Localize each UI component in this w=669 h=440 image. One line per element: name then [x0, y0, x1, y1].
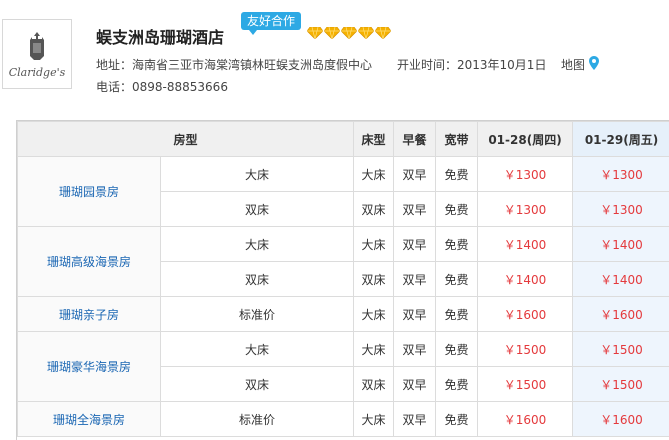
price-date-1-cell[interactable]: ￥1500: [477, 366, 574, 402]
diamond-icon: [341, 27, 357, 39]
price-date-1-cell[interactable]: ￥1400: [477, 226, 574, 262]
price-date-1-cell[interactable]: ￥1400: [477, 261, 574, 297]
hotel-name[interactable]: 蜈支洲岛珊瑚酒店: [96, 24, 224, 48]
breakfast-cell: 双早: [393, 401, 437, 437]
price-date-2-cell[interactable]: ￥1600: [572, 296, 669, 332]
broadband-cell: 免费: [435, 191, 479, 227]
bed-type-cell: 大床: [353, 156, 395, 192]
price-date-2-cell[interactable]: ￥1400: [572, 261, 669, 297]
header-breakfast: 早餐: [393, 121, 437, 157]
room-subtype-cell: 大床: [159, 331, 355, 367]
price-date-2-cell[interactable]: ￥1500: [572, 366, 669, 402]
bed-type-cell: 双床: [353, 366, 395, 402]
room-subtype-cell: 双床: [159, 261, 355, 297]
diamond-icon: [307, 27, 323, 39]
header-bed-type: 床型: [353, 121, 395, 157]
diamond-icon: [375, 27, 391, 39]
breakfast-cell: 双早: [393, 226, 437, 262]
diamond-rating: [307, 27, 391, 39]
room-type-name[interactable]: 珊瑚全海景房: [17, 401, 161, 437]
price-date-2-cell[interactable]: ￥1500: [572, 331, 669, 367]
room-subtype-cell: 标准价: [159, 296, 355, 332]
diamond-icon: [324, 27, 340, 39]
room-type-name[interactable]: 珊瑚高级海景房: [17, 226, 161, 297]
bed-type-cell: 大床: [353, 401, 395, 437]
room-subtype-cell: 大床: [159, 156, 355, 192]
room-type-name[interactable]: 珊瑚亲子房: [17, 296, 161, 332]
price-date-1-cell[interactable]: ￥1600: [477, 401, 574, 437]
broadband-cell: 免费: [435, 366, 479, 402]
map-pin-icon[interactable]: [589, 56, 599, 70]
price-date-2-cell[interactable]: ￥1400: [572, 226, 669, 262]
hotel-header: Claridge's 蜈支洲岛珊瑚酒店 友好合作 地址：海南省三亚市海棠湾镇林旺…: [0, 0, 669, 120]
room-price-table: 房型 床型 早餐 宽带 01-28(周四) 01-29(周五) 珊瑚园景房 大床大…: [16, 120, 669, 440]
broadband-cell: 免费: [435, 156, 479, 192]
price-date-1-cell[interactable]: ￥1300: [477, 191, 574, 227]
breakfast-cell: 双早: [393, 261, 437, 297]
diamond-icon: [358, 27, 374, 39]
bed-type-cell: 大床: [353, 296, 395, 332]
breakfast-cell: 双早: [393, 156, 437, 192]
header-date-1: 01-28(周四): [477, 121, 574, 157]
room-type-name[interactable]: 珊瑚园景房: [17, 156, 161, 227]
partner-badge: 友好合作: [241, 12, 302, 35]
breakfast-cell: 双早: [393, 296, 437, 332]
bed-type-cell: 双床: [353, 261, 395, 297]
price-date-1-cell[interactable]: ￥1300: [477, 156, 574, 192]
table-row: 珊瑚豪华海景房 大床 大床 双早 免费 ￥1500 ￥1500: [17, 331, 669, 402]
room-subtype-cell: 双床: [159, 191, 355, 227]
price-date-1-cell[interactable]: ￥1500: [477, 331, 574, 367]
hotel-address: 地址：海南省三亚市海棠湾镇林旺蜈支洲岛度假中心: [96, 58, 373, 72]
broadband-cell: 免费: [435, 226, 479, 262]
hotel-logo: Claridge's: [2, 19, 72, 89]
broadband-cell: 免费: [435, 296, 479, 332]
price-date-2-cell[interactable]: ￥1600: [572, 401, 669, 437]
bed-type-cell: 大床: [353, 226, 395, 262]
table-row: 珊瑚高级海景房 大床 大床 双早 免费 ￥1400 ￥1400: [17, 226, 669, 297]
broadband-cell: 免费: [435, 261, 479, 297]
header-date-2: 01-29(周五): [572, 121, 669, 157]
bed-type-cell: 大床: [353, 331, 395, 367]
broadband-cell: 免费: [435, 331, 479, 367]
table-row: 珊瑚园景房 大床 大床 双早 免费 ￥1300 ￥1300: [17, 156, 669, 227]
room-subtype-cell: 大床: [159, 226, 355, 262]
logo-wordmark: Claridge's: [8, 65, 66, 79]
broadband-cell: 免费: [435, 401, 479, 437]
hotel-phone: 电话：0898-88853666: [96, 80, 228, 94]
price-date-2-cell[interactable]: ￥1300: [572, 156, 669, 192]
table-row: 珊瑚亲子房 标准价 大床 双早 免费 ￥1600 ￥1600: [17, 296, 669, 332]
room-subtype-cell: 双床: [159, 366, 355, 402]
price-date-2-cell[interactable]: ￥1300: [572, 191, 669, 227]
price-date-1-cell[interactable]: ￥1600: [477, 296, 574, 332]
hotel-opening-date: 开业时间：2013年10月1日: [397, 58, 547, 72]
breakfast-cell: 双早: [393, 366, 437, 402]
table-row: 珊瑚全海景房 标准价 大床 双早 免费 ￥1600 ￥1600: [17, 401, 669, 437]
header-broadband: 宽带: [435, 121, 479, 157]
breakfast-cell: 双早: [393, 191, 437, 227]
breakfast-cell: 双早: [393, 331, 437, 367]
header-room-type: 房型: [16, 121, 355, 157]
room-type-name[interactable]: 珊瑚豪华海景房: [17, 331, 161, 402]
crest-icon: [30, 31, 44, 60]
map-link[interactable]: 地图: [561, 56, 585, 73]
table-header-row: 房型 床型 早餐 宽带 01-28(周四) 01-29(周五): [16, 121, 669, 157]
bed-type-cell: 双床: [353, 191, 395, 227]
room-subtype-cell: 标准价: [159, 401, 355, 437]
